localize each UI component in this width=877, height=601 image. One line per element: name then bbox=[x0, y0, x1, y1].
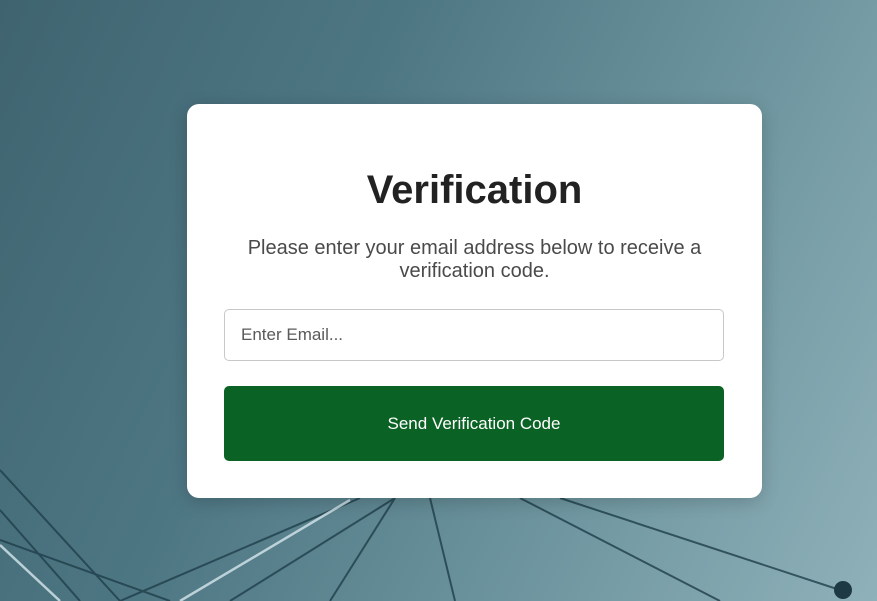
send-verification-code-button[interactable]: Send Verification Code bbox=[224, 386, 724, 461]
email-input[interactable] bbox=[224, 309, 724, 361]
page-title: Verification bbox=[366, 168, 583, 212]
verification-card: Verification Please enter your email add… bbox=[187, 104, 762, 498]
instruction-text: Please enter your email address below to… bbox=[247, 237, 702, 282]
